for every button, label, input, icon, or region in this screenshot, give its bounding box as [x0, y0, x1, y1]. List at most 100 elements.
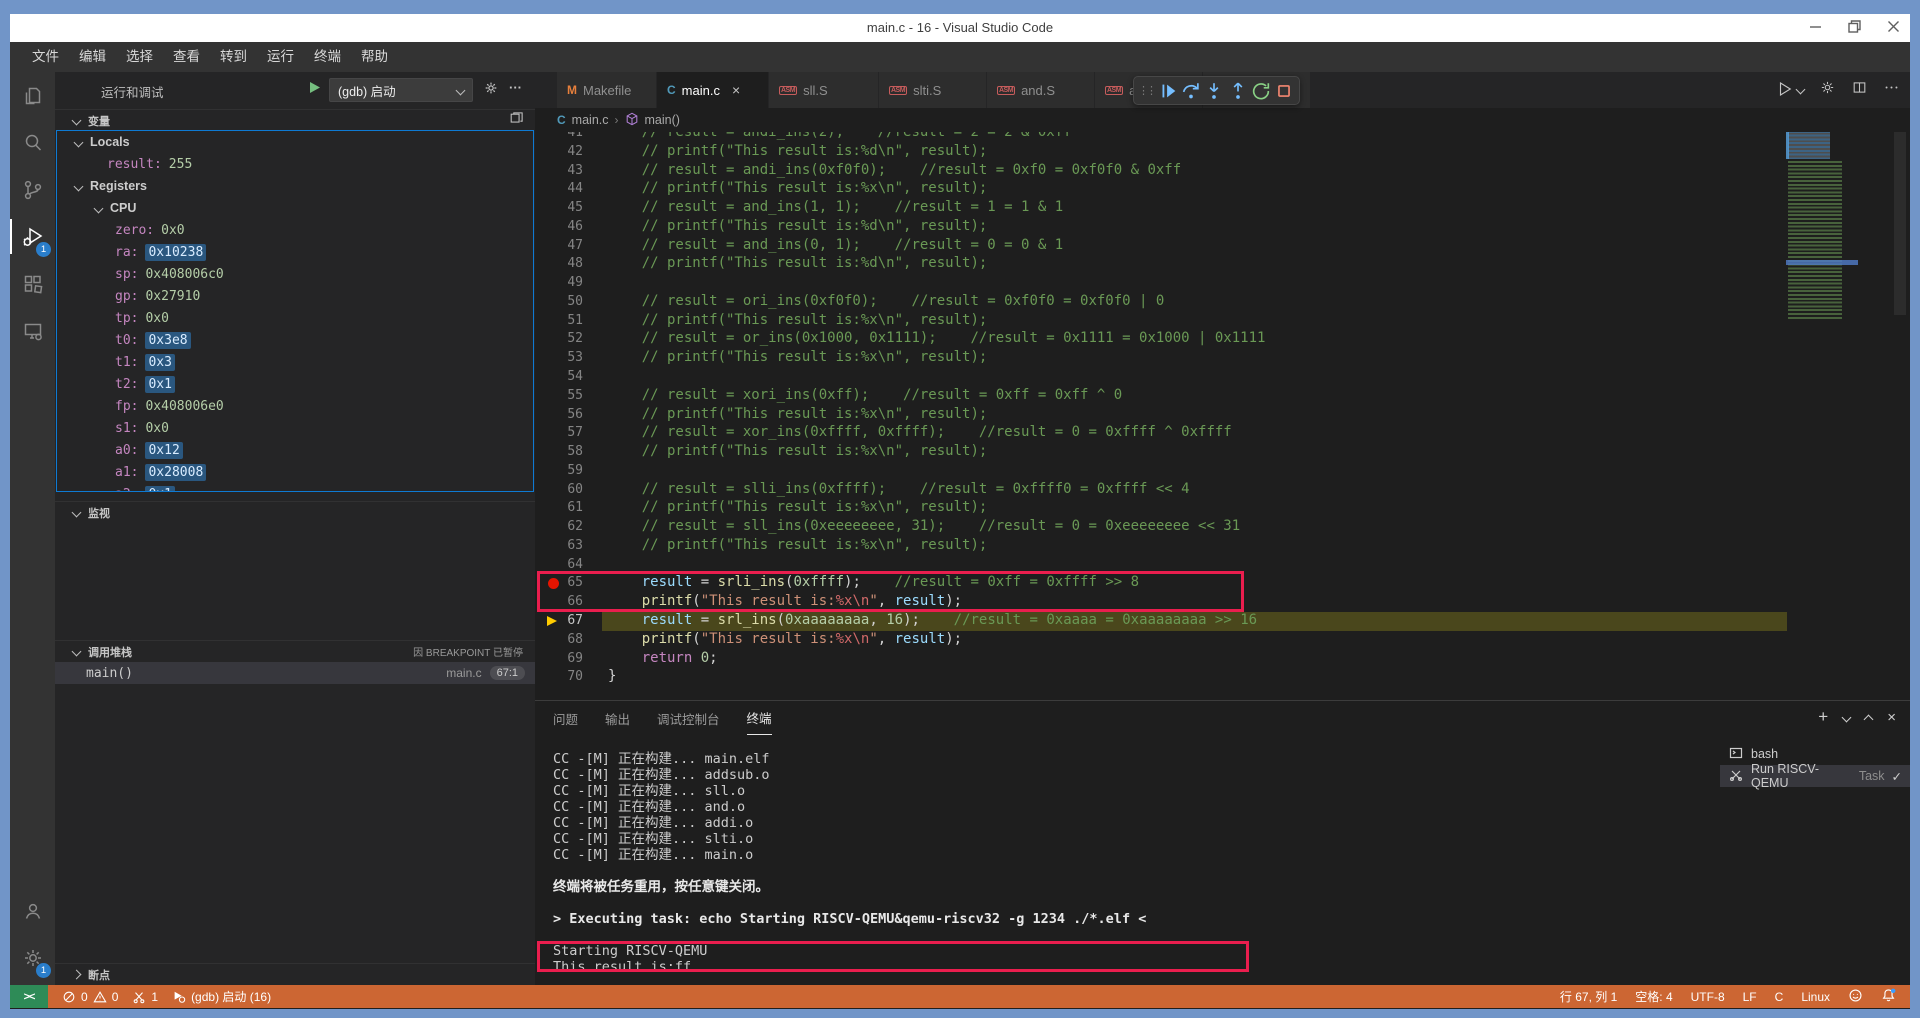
remote-indicator[interactable]: ><	[10, 985, 48, 1008]
variable-row[interactable]: gp:0x27910	[57, 285, 533, 307]
open-panel-icon[interactable]	[509, 112, 523, 129]
menu-item-终端[interactable]: 终端	[304, 42, 351, 72]
continue-button[interactable]	[1157, 79, 1179, 103]
remote-os-label[interactable]: Linux	[1801, 990, 1830, 1004]
menu-item-转到[interactable]: 转到	[210, 42, 257, 72]
variable-row[interactable]: a1:0x28008	[57, 461, 533, 483]
code-line[interactable]: 63 // printf("This result is:%x\n", resu…	[535, 537, 1910, 556]
menu-item-编辑[interactable]: 编辑	[69, 42, 116, 72]
tab-main.c[interactable]: Cmain.c×	[657, 72, 769, 108]
encoding-setting[interactable]: UTF-8	[1691, 990, 1725, 1004]
feedback-icon[interactable]	[1848, 988, 1863, 1006]
restore-button[interactable]	[1848, 20, 1861, 36]
variable-row[interactable]: s1:0x0	[57, 417, 533, 439]
variable-row[interactable]: Locals	[57, 131, 533, 153]
menu-item-选择[interactable]: 选择	[116, 42, 163, 72]
terminal-dropdown-icon[interactable]	[1842, 712, 1852, 722]
code-line[interactable]: 61 // printf("This result is:%x\n", resu…	[535, 499, 1910, 518]
language-mode[interactable]: C	[1775, 990, 1784, 1004]
code-line[interactable]: 69 return 0;	[535, 650, 1910, 669]
extensions-icon[interactable]	[10, 260, 55, 307]
restart-button[interactable]	[1250, 79, 1272, 103]
code-line[interactable]: 42 // printf("This result is:%d\n", resu…	[535, 143, 1910, 162]
call-stack-section-header[interactable]: 调用堆栈 因 BREAKPOINT 已暂停	[55, 640, 535, 662]
minimize-button[interactable]	[1809, 20, 1822, 36]
settings-gear-icon[interactable]: 1	[10, 934, 55, 981]
start-debug-icon[interactable]	[307, 80, 322, 98]
variables-section-header[interactable]: 变量	[55, 109, 535, 131]
code-line[interactable]: 57 // result = xor_ins(0xffff, 0xffff); …	[535, 424, 1910, 443]
variable-row[interactable]: t1:0x3	[57, 351, 533, 373]
variable-row[interactable]: tp:0x0	[57, 307, 533, 329]
code-editor[interactable]: 41 // result = andi_ins(2); //result = 2…	[535, 124, 1910, 700]
variable-row[interactable]: ra:0x10238	[57, 241, 533, 263]
watch-section-header[interactable]: 监视	[55, 501, 535, 523]
step-into-button[interactable]	[1203, 79, 1225, 103]
search-icon[interactable]	[10, 119, 55, 166]
code-line[interactable]: 48 // printf("This result is:%d\n", resu…	[535, 255, 1910, 274]
breakpoints-section-header[interactable]: 断点	[55, 963, 535, 985]
terminal-list-item[interactable]: Run RISCV-QEMUTask✓	[1720, 765, 1910, 787]
more-actions-icon[interactable]: ···	[509, 80, 522, 95]
new-terminal-icon[interactable]: +	[1818, 707, 1828, 727]
call-stack-frame[interactable]: main()main.c67:1	[55, 662, 535, 684]
maximize-panel-icon[interactable]	[1864, 714, 1874, 724]
step-over-button[interactable]	[1180, 79, 1202, 103]
debug-session-indicator[interactable]: (gdb) 启动 (16)	[172, 988, 271, 1005]
breadcrumb-symbol[interactable]: main()	[645, 113, 680, 127]
remote-explorer-icon[interactable]	[10, 307, 55, 354]
eol-setting[interactable]: LF	[1743, 990, 1757, 1004]
code-line[interactable]: 68 printf("This result is:%x\n", result)…	[535, 631, 1910, 650]
code-line[interactable]: 54	[535, 368, 1910, 387]
code-line[interactable]: 59	[535, 462, 1910, 481]
editor-settings-gear-icon[interactable]	[1819, 79, 1836, 99]
menu-item-文件[interactable]: 文件	[22, 42, 69, 72]
variable-row[interactable]: t2:0x1	[57, 373, 533, 395]
code-line[interactable]: 44 // printf("This result is:%x\n", resu…	[535, 180, 1910, 199]
variable-row[interactable]: CPU	[57, 197, 533, 219]
code-line[interactable]: 52 // result = or_ins(0x1000, 0x1111); /…	[535, 330, 1910, 349]
debug-settings-gear-icon[interactable]	[483, 80, 499, 99]
code-line[interactable]: 60 // result = slli_ins(0xffff); //resul…	[535, 481, 1910, 500]
indentation-setting[interactable]: 空格: 4	[1635, 988, 1672, 1005]
split-editor-icon[interactable]	[1851, 79, 1868, 99]
variable-row[interactable]: result:255	[57, 153, 533, 175]
run-and-debug-icon[interactable]: 1	[10, 213, 55, 260]
code-line[interactable]: 62 // result = sll_ins(0xeeeeeeee, 31); …	[535, 518, 1910, 537]
variable-row[interactable]: a2:0x1	[57, 483, 533, 492]
menu-item-运行[interactable]: 运行	[257, 42, 304, 72]
cursor-position[interactable]: 行 67, 列 1	[1560, 988, 1617, 1005]
code-line[interactable]: 46 // printf("This result is:%d\n", resu…	[535, 218, 1910, 237]
code-line[interactable]: 67 result = srl_ins(0xaaaaaaaa, 16); //r…	[535, 612, 1910, 631]
code-line[interactable]: 47 // result = and_ins(0, 1); //result =…	[535, 237, 1910, 256]
tab-and.S[interactable]: ASMand.S	[987, 72, 1095, 108]
close-icon[interactable]: ×	[732, 82, 740, 98]
problems-indicator[interactable]: 0 0	[62, 990, 118, 1004]
tab-slti.S[interactable]: ASMslti.S	[879, 72, 987, 108]
code-line[interactable]: 49	[535, 274, 1910, 293]
launch-config-dropdown[interactable]: (gdb) 启动	[329, 78, 473, 102]
panel-tab-问题[interactable]: 问题	[553, 701, 578, 735]
explorer-icon[interactable]	[10, 72, 55, 119]
code-line[interactable]: 56 // printf("This result is:%x\n", resu…	[535, 406, 1910, 425]
account-icon[interactable]	[10, 887, 55, 934]
tab-Makefile[interactable]: MMakefile	[557, 72, 657, 108]
variable-row[interactable]: fp:0x408006e0	[57, 395, 533, 417]
breadcrumb[interactable]: C main.c › main()	[535, 108, 1910, 132]
code-line[interactable]: 45 // result = and_ins(1, 1); //result =…	[535, 199, 1910, 218]
panel-tab-输出[interactable]: 输出	[605, 701, 630, 735]
source-control-icon[interactable]	[10, 166, 55, 213]
close-panel-icon[interactable]: ×	[1887, 709, 1896, 726]
variable-row[interactable]: t0:0x3e8	[57, 329, 533, 351]
code-line[interactable]: 50 // result = ori_ins(0xf0f0); //result…	[535, 293, 1910, 312]
tab-sll.S[interactable]: ASMsll.S	[769, 72, 879, 108]
menu-item-查看[interactable]: 查看	[163, 42, 210, 72]
scissors-indicator[interactable]: 1	[132, 990, 158, 1004]
panel-tab-调试控制台[interactable]: 调试控制台	[657, 701, 720, 735]
variable-row[interactable]: sp:0x408006c0	[57, 263, 533, 285]
close-button[interactable]	[1887, 20, 1900, 36]
code-line[interactable]: 43 // result = andi_ins(0xf0f0); //resul…	[535, 162, 1910, 181]
step-out-button[interactable]	[1227, 79, 1249, 103]
run-or-debug-icon[interactable]	[1776, 80, 1804, 98]
menu-item-帮助[interactable]: 帮助	[351, 42, 398, 72]
